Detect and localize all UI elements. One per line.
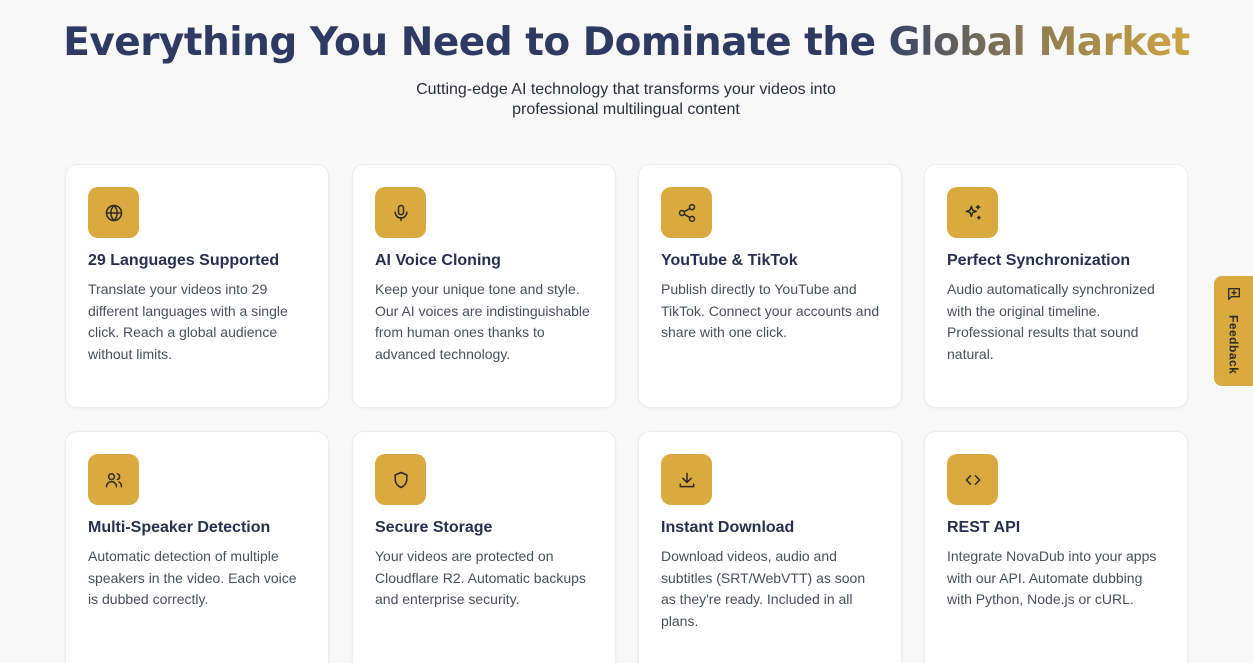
- feature-card-voice-cloning: AI Voice Cloning Keep your unique tone a…: [352, 164, 616, 408]
- feature-description: Keep your unique tone and style. Our AI …: [375, 281, 590, 362]
- feedback-label: Feedback: [1226, 315, 1241, 375]
- feature-description: Integrate NovaDub into your apps with ou…: [947, 548, 1157, 607]
- feature-card-youtube-tiktok: YouTube & TikTok Publish directly to You…: [638, 164, 902, 408]
- feature-title: Multi-Speaker Detection: [88, 519, 271, 536]
- title-plain: Everything You Need to Dominate the: [63, 20, 889, 65]
- sparkles-icon: [947, 187, 998, 238]
- globe-icon: [88, 187, 139, 238]
- feature-title: AI Voice Cloning: [375, 252, 501, 269]
- feature-description: Download videos, audio and subtitles (SR…: [661, 548, 866, 629]
- microphone-icon: [375, 187, 426, 238]
- feature-title: 29 Languages Supported: [88, 252, 280, 269]
- feature-card-multi-speaker: Multi-Speaker Detection Automatic detect…: [65, 431, 329, 663]
- title-highlight: Global Market: [888, 20, 1191, 65]
- feature-title: Secure Storage: [375, 519, 493, 536]
- feature-title: Instant Download: [661, 519, 795, 536]
- feature-description: Publish directly to YouTube and TikTok. …: [661, 281, 880, 340]
- share-icon: [661, 187, 712, 238]
- feature-title: REST API: [947, 519, 1021, 536]
- feature-description: Your videos are protected on Cloudflare …: [375, 548, 586, 607]
- feature-card-rest-api: REST API Integrate NovaDub into your app…: [924, 431, 1188, 663]
- section-title: Everything You Need to Dominate the Glob…: [0, 18, 1253, 68]
- message-plus-icon: [1226, 286, 1242, 307]
- download-icon: [661, 454, 712, 505]
- feature-title: YouTube & TikTok: [661, 252, 798, 269]
- feature-card-synchronization: Perfect Synchronization Audio automatica…: [924, 164, 1188, 408]
- feature-title: Perfect Synchronization: [947, 252, 1131, 269]
- feature-card-secure-storage: Secure Storage Your videos are protected…: [352, 431, 616, 663]
- code-icon: [947, 454, 998, 505]
- feature-card-instant-download: Instant Download Download videos, audio …: [638, 431, 902, 663]
- feedback-button[interactable]: Feedback: [1214, 276, 1253, 386]
- shield-icon: [375, 454, 426, 505]
- feature-description: Translate your videos into 29 different …: [88, 281, 288, 362]
- subtitle-line-2: professional multilingual content: [512, 101, 740, 118]
- subtitle-line-1: Cutting-edge AI technology that transfor…: [416, 81, 836, 98]
- feature-card-languages: 29 Languages Supported Translate your vi…: [65, 164, 329, 408]
- users-icon: [88, 454, 139, 505]
- feature-description: Automatic detection of multiple speakers…: [88, 548, 297, 607]
- feature-description: Audio automatically synchronized with th…: [947, 281, 1155, 362]
- section-subtitle: Cutting-edge AI technology that transfor…: [376, 80, 876, 120]
